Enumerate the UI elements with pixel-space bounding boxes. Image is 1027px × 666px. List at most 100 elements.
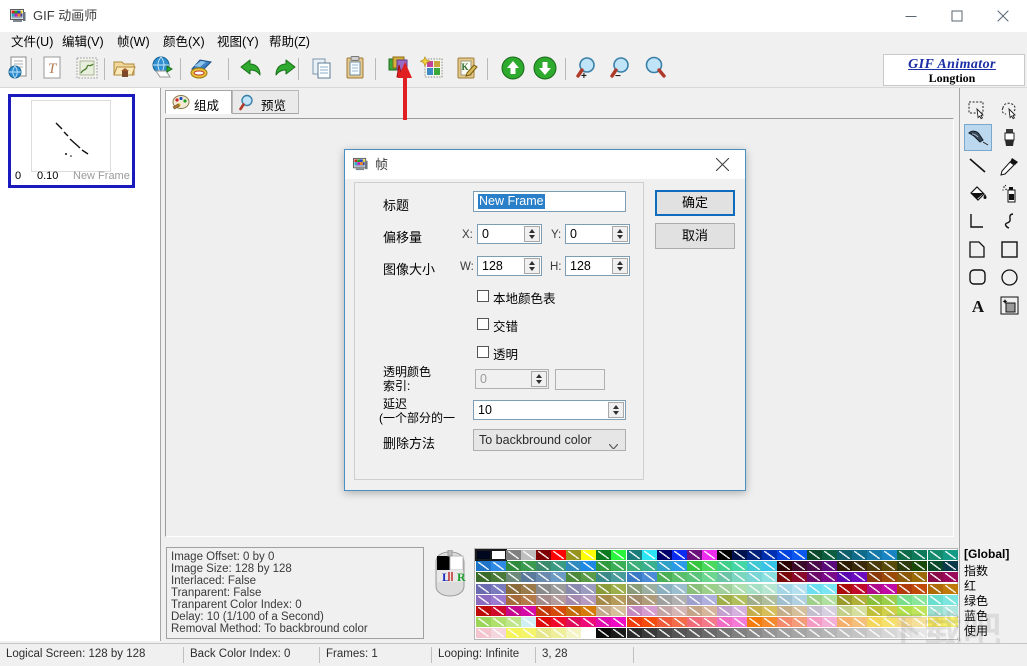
copy-icon[interactable] [309,55,337,83]
palette-swatch[interactable] [912,550,928,560]
menu-edit[interactable]: 编辑(V) [59,34,107,50]
palette-swatch[interactable] [942,550,958,560]
palette-swatch[interactable] [686,561,702,572]
palette-swatch[interactable] [656,617,672,628]
palette-swatch[interactable] [686,628,702,639]
palette-swatch[interactable] [626,550,642,560]
palette-swatch[interactable] [746,628,762,639]
palette-swatch[interactable] [596,572,612,583]
palette-swatch[interactable] [506,606,522,616]
palette-swatch[interactable] [566,572,582,583]
palette-swatch[interactable] [912,561,928,572]
palette-swatch[interactable] [581,606,597,616]
palette-swatch[interactable] [641,594,657,605]
palette-swatch[interactable] [912,606,928,616]
palette-swatch[interactable] [807,572,823,583]
palette-swatch[interactable] [536,572,552,583]
palette-swatch[interactable] [761,561,777,572]
palette-swatch[interactable] [611,583,627,594]
palette-swatch[interactable] [476,594,491,605]
palette-swatch[interactable] [506,561,522,572]
palette-swatch[interactable] [491,628,507,639]
palette-swatch[interactable] [566,561,582,572]
palette-swatch[interactable] [867,550,883,560]
zoom-out-icon[interactable]: − [609,55,637,83]
palette-swatch[interactable] [626,572,642,583]
palette-swatch[interactable] [596,628,612,639]
paste-icon[interactable] [343,55,371,83]
close-button[interactable] [980,0,1026,32]
palette-swatch[interactable] [656,606,672,616]
effects-tool[interactable] [996,292,1024,319]
redo-icon[interactable] [272,55,300,83]
palette-swatch[interactable] [761,628,777,639]
palette-swatch[interactable] [882,606,898,616]
palette-swatch[interactable] [822,550,838,560]
palette-swatch[interactable] [716,550,732,560]
local-palette-checkbox[interactable] [477,290,489,302]
palette-swatch[interactable] [551,572,567,583]
palette-swatch[interactable] [656,561,672,572]
palette-swatch[interactable] [490,549,508,561]
removal-method-select[interactable]: To backbround color [473,429,626,451]
palette-swatch[interactable] [611,572,627,583]
palette-swatch[interactable] [551,617,567,628]
palette-swatch[interactable] [551,606,567,616]
menu-view[interactable]: 视图(Y) [214,34,262,50]
palette-swatch[interactable] [521,617,537,628]
palette-swatch[interactable] [701,572,717,583]
palette-swatch[interactable] [927,572,943,583]
palette-swatch[interactable] [777,606,792,616]
palette-swatch[interactable] [536,628,552,639]
palette-swatch[interactable] [746,617,762,628]
palette-swatch[interactable] [897,617,913,628]
palette-swatch[interactable] [761,550,777,560]
palette-swatch[interactable] [671,628,687,639]
palette-swatch[interactable] [746,550,762,560]
text-tool[interactable]: A [964,292,992,319]
palette-swatch[interactable] [581,561,597,572]
palette-swatch[interactable] [837,628,853,639]
transparent-checkbox[interactable] [477,346,489,358]
palette-swatch[interactable] [476,628,491,639]
palette-swatch[interactable] [792,550,808,560]
palette-swatch[interactable] [506,594,522,605]
palette-swatch[interactable] [852,628,868,639]
palette-swatch[interactable] [867,594,883,605]
palette-swatch[interactable] [912,594,928,605]
palette-swatch[interactable] [882,617,898,628]
palette-swatch[interactable] [536,583,552,594]
palette-swatch[interactable] [807,550,823,560]
palette-swatch[interactable] [942,583,958,594]
palette-swatch[interactable] [897,550,913,560]
palette-swatch[interactable] [566,628,582,639]
palette-swatch[interactable] [792,606,808,616]
polyline-tool[interactable] [964,208,992,235]
frame-properties-icon[interactable] [419,55,448,83]
palette-swatch[interactable] [716,583,732,594]
palette-swatch[interactable] [792,572,808,583]
delay-input[interactable]: 10 [473,400,626,420]
palette-swatch[interactable] [761,617,777,628]
palette-swatch[interactable] [581,617,597,628]
palette-swatch[interactable] [731,628,747,639]
palette-swatch[interactable] [551,594,567,605]
eyedropper-tool[interactable] [996,152,1024,179]
curve-tool[interactable] [996,208,1024,235]
size-height-spinner[interactable] [612,258,628,274]
palette-swatch[interactable] [656,550,672,560]
menu-file[interactable]: 文件(U) [8,34,56,50]
palette-swatch[interactable] [626,617,642,628]
undo-icon[interactable] [238,55,266,83]
airbrush-tool[interactable] [996,180,1024,207]
save-icon[interactable] [188,55,216,83]
palette-swatch[interactable] [596,594,612,605]
tab-preview[interactable]: 预览 [232,90,299,114]
palette-swatch[interactable] [521,561,537,572]
palette-swatch[interactable] [596,550,612,560]
palette-swatch[interactable] [882,561,898,572]
palette-swatch[interactable] [852,561,868,572]
offset-y-input[interactable]: 0 [565,224,630,244]
palette-swatch[interactable] [927,550,943,560]
palette-swatch[interactable] [777,583,792,594]
